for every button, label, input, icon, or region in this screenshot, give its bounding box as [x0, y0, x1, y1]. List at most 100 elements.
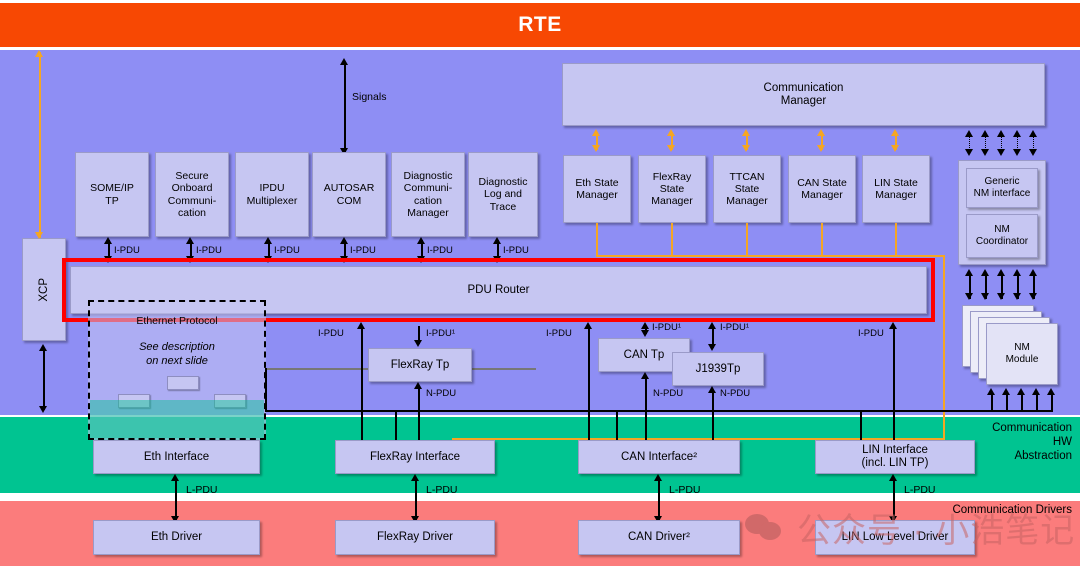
some-ip-tp-line2: TP [105, 194, 119, 207]
ipdu-label-5: I-PDU [427, 245, 453, 256]
module-lin-interface[interactable]: LIN Interface (incl. LIN TP) [815, 440, 975, 474]
eth-sm-bus-drop [596, 223, 598, 256]
ipdu-arrow-up-1 [104, 237, 112, 244]
flexray-driver-label: FlexRay Driver [376, 531, 454, 543]
module-diagnostic-log-and-trace[interactable]: Diagnostic Log and Trace [468, 152, 538, 237]
comm-nm-dot-arrow-down-5 [1029, 149, 1037, 156]
fr-sm-line1: FlexRay [652, 170, 692, 183]
dcm-line4: Manager [407, 206, 449, 219]
comm-eth-sm-arrow-down [592, 145, 600, 152]
comm-can-sm-arrow-up [817, 129, 825, 136]
module-can-state-manager[interactable]: CAN State Manager [788, 155, 856, 223]
pdur-j1939tp-arrow-up [708, 322, 716, 329]
comm-ttcan-sm-arrow-up [742, 129, 750, 136]
module-flexray-state-manager[interactable]: FlexRay State Manager [638, 155, 706, 223]
eth-sm-line1: Eth State [575, 176, 619, 189]
ethernet-protocol-region[interactable]: Ethernet Protocol See description on nex… [88, 300, 266, 440]
module-eth-driver[interactable]: Eth Driver [93, 520, 260, 555]
pdur-canif-arrow-up [584, 322, 592, 329]
comm-nm-dot-arrow-down-3 [997, 149, 1005, 156]
comm-nm-dot-arrow-down-1 [965, 149, 973, 156]
comm-ttcan-sm-arrow-down [742, 145, 750, 152]
nm-coord-line1: NM [994, 224, 1010, 236]
module-diagnostic-communication-manager[interactable]: Diagnostic Communi- cation Manager [391, 152, 465, 237]
nm-mod-arrow-up-4 [1013, 269, 1021, 276]
ethernet-protocol-note-line1: See description [139, 341, 215, 353]
comm-nm-dot-arrow-up-1 [965, 130, 973, 137]
module-autosar-com[interactable]: AUTOSAR COM [312, 152, 386, 237]
pdur-linif-link [893, 326, 895, 452]
lin-sm-bus-drop [895, 223, 897, 256]
flexraytp-if-arrow-up [414, 382, 422, 389]
ipdu-label-3: I-PDU [274, 245, 300, 256]
xcp-hw-arrow-down [39, 406, 47, 413]
ipdu-label-6: I-PDU [503, 245, 529, 256]
fr-sm-bus-drop [671, 223, 673, 256]
ipdu-arrow-up-5 [417, 237, 425, 244]
module-ttcan-state-manager[interactable]: TTCAN State Manager [713, 155, 781, 223]
generic-nm-line1: Generic [984, 176, 1020, 188]
dlt-line1: Diagnostic [478, 176, 528, 189]
module-can-driver[interactable]: CAN Driver² [578, 520, 740, 555]
sec-onboard-line1: Secure [175, 170, 209, 183]
module-flexray-tp[interactable]: FlexRay Tp [368, 348, 472, 382]
state-manager-bus-horizontal [596, 255, 944, 257]
module-eth-interface[interactable]: Eth Interface [93, 440, 260, 474]
eth-lpdu-arrow-up [171, 474, 179, 481]
j1939-tp-label: J1939Tp [695, 362, 741, 375]
module-secure-onboard-communication[interactable]: Secure Onboard Communi- cation [155, 152, 229, 237]
fr-sm-line2: State [659, 182, 685, 195]
nm-bus-arrow-4 [1032, 388, 1040, 395]
module-communication-manager[interactable]: Communication Manager [562, 63, 1045, 126]
eth-driver-label: Eth Driver [150, 531, 203, 543]
module-nm-coordinator[interactable]: NM Coordinator [966, 214, 1038, 258]
module-lin-low-level-driver[interactable]: LIN Low Level Driver [815, 520, 975, 555]
nm-module-line1: NM [1014, 342, 1030, 354]
lin-sm-line2: Manager [875, 189, 917, 201]
module-ipdu-multiplexer[interactable]: IPDU Multiplexer [235, 152, 309, 237]
npdu-label-can: N-PDU [653, 388, 684, 399]
module-xcp[interactable]: XCP [22, 238, 66, 341]
flexray-tp-label: FlexRay Tp [390, 358, 450, 371]
module-flexray-interface[interactable]: FlexRay Interface [335, 440, 495, 474]
xcp-rte-link [39, 52, 41, 238]
module-some-ip-tp[interactable]: SOME/IP TP [75, 152, 149, 237]
module-lin-state-manager[interactable]: LIN State Manager [862, 155, 930, 223]
ipdu1-label-flexray: I-PDU¹ [426, 328, 456, 339]
nm-bus-link-4 [1036, 392, 1038, 412]
module-generic-nm-interface[interactable]: Generic NM interface [966, 168, 1038, 208]
npdu-label-j1939: N-PDU [720, 388, 751, 399]
autosar-communication-stack-diagram: RTE Communication HW Abstraction Communi… [0, 0, 1080, 566]
can-sm-line2: Manager [801, 189, 843, 201]
autosar-com-line1: AUTOSAR [323, 182, 375, 195]
dlt-line2: Log and [484, 188, 522, 201]
dcm-line1: Diagnostic [403, 170, 453, 183]
nm-bus-arrow-5 [1047, 388, 1055, 395]
eth-lpdu-label: L-PDU [186, 484, 218, 496]
eth-bus-drop [265, 368, 267, 412]
ipdu-label-lin: I-PDU [858, 328, 884, 339]
lin-interface-label-line1: LIN Interface [862, 444, 928, 456]
pdur-flexrayif-arrow-up [357, 322, 365, 329]
module-j1939-tp[interactable]: J1939Tp [672, 352, 764, 386]
module-can-interface[interactable]: CAN Interface² [578, 440, 740, 474]
module-eth-state-manager[interactable]: Eth State Manager [563, 155, 631, 223]
comm-nm-dot-arrow-up-4 [1013, 130, 1021, 137]
pdur-flexrayif-link [361, 326, 363, 452]
nm-bus-link-2 [1006, 392, 1008, 412]
nm-coord-line2: Coordinator [975, 236, 1029, 247]
module-nm-module[interactable]: NM Module [986, 323, 1058, 385]
ethernet-protocol-title: Ethernet Protocol [136, 315, 218, 327]
flexray-lpdu-label: L-PDU [426, 484, 458, 496]
nm-bus-arrow-3 [1017, 388, 1025, 395]
can-lpdu-arrow-up [654, 474, 662, 481]
module-flexray-driver[interactable]: FlexRay Driver [335, 520, 495, 555]
ipdu-mux-line1: IPDU [259, 182, 285, 195]
can-lpdu-label: L-PDU [669, 484, 701, 496]
lin-interface-label-line2: (incl. LIN TP) [861, 457, 929, 469]
ipdu-label-1: I-PDU [114, 245, 140, 256]
can-sm-bus-drop [821, 223, 823, 256]
comm-lin-sm-arrow-down [891, 145, 899, 152]
nm-mod-arrow-up-2 [981, 269, 989, 276]
ipdu1-label-j1939: I-PDU¹ [720, 322, 750, 333]
